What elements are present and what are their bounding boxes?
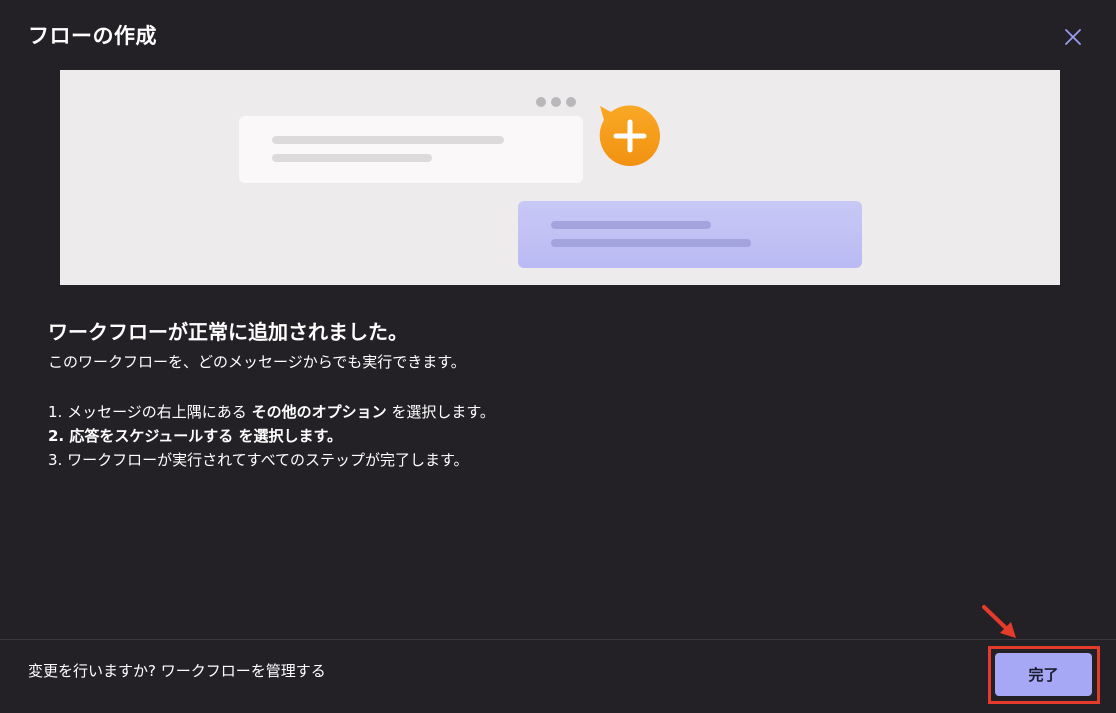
plus-icon [599,105,660,166]
more-options-icon [536,97,576,107]
step-1-bold: その他のオプション [251,403,387,421]
reply-card-illustration [518,201,862,268]
step-1-prefix: 1. メッセージの右上隅にある [48,403,252,421]
footer-prompt: 変更を行いますか? ワークフローを管理する [28,660,326,681]
text-line-placeholder [272,136,504,144]
success-headline: ワークフローが正常に追加されました。 [48,320,408,344]
text-line-placeholder [551,221,711,229]
footer-question: 変更を行いますか? [28,662,161,680]
step-2: 2. 応答をスケジュールする を選択します。 [48,427,343,445]
success-content: ワークフローが正常に追加されました。 このワークフローを、どのメッセージからでも… [48,316,1048,472]
message-card-illustration [239,116,583,183]
create-flow-dialog: フローの作成 ワークフローが正常に追加されました。 このワークフローを、どのメッ… [0,0,1116,713]
done-button[interactable]: 完了 [995,653,1092,696]
success-illustration [60,70,1060,285]
red-arrow-icon [982,605,1016,638]
dialog-title: フローの作成 [28,24,157,48]
step-1-suffix: を選択します。 [386,403,495,421]
text-line-placeholder [551,239,751,247]
step-3: 3. ワークフローが実行されてすべてのステップが完了します。 [48,451,469,469]
steps-list: 1. メッセージの右上隅にある その他のオプション を選択します。 2. 応答を… [48,400,1048,472]
close-button[interactable] [1058,22,1088,52]
text-line-placeholder [272,154,432,162]
success-subtext: このワークフローを、どのメッセージからでも実行できます。 [48,353,466,371]
close-icon [1065,29,1081,45]
footer-divider [0,639,1116,640]
step-1: 1. メッセージの右上隅にある その他のオプション を選択します。 [48,400,1048,424]
manage-workflows-link[interactable]: ワークフローを管理する [161,662,326,680]
